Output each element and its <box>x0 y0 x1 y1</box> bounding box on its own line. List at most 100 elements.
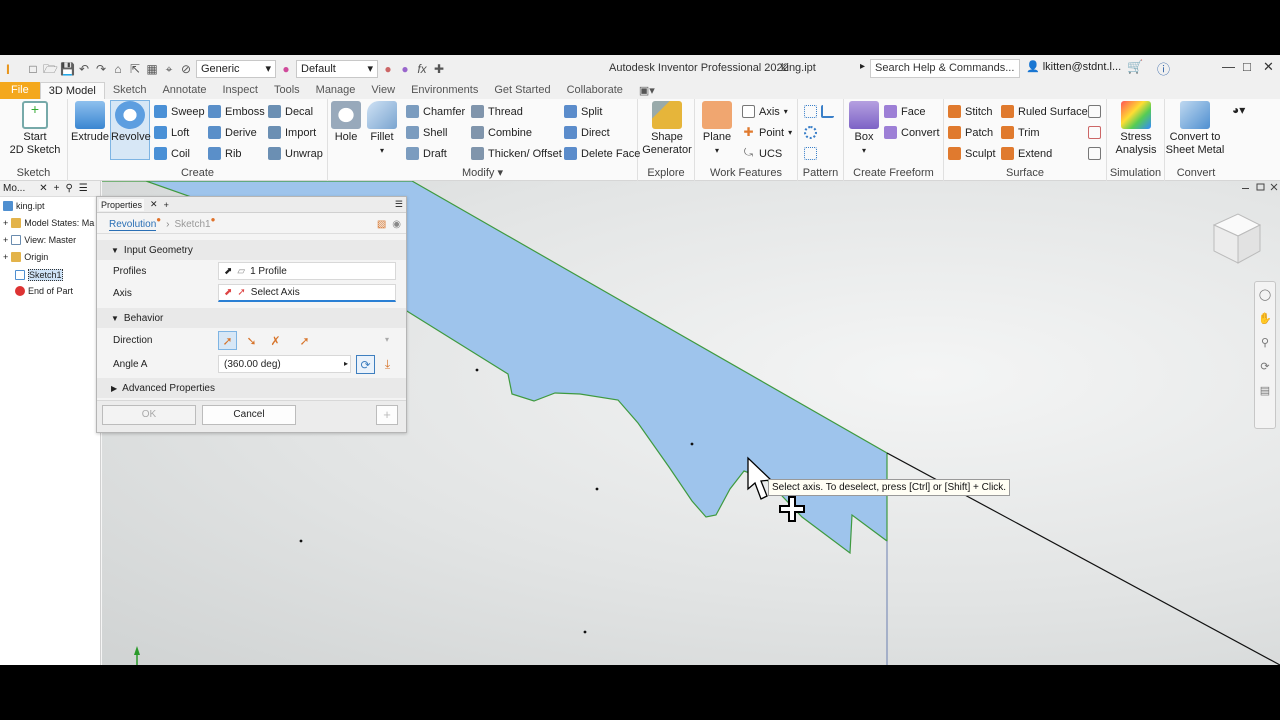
maximize-icon[interactable]: □ <box>1243 59 1251 74</box>
breadcrumb-sketch[interactable]: Sketch1 <box>174 219 210 230</box>
convert-to-sheet-metal-button[interactable]: Convert to Sheet Metal <box>1165 101 1225 157</box>
browser-node-sketch1[interactable]: Sketch1 <box>15 269 63 281</box>
patch-button[interactable]: Patch <box>948 126 993 139</box>
minimize-icon[interactable]: — <box>1222 59 1235 74</box>
search-icon[interactable]: ⚲ <box>65 183 72 194</box>
direct-button[interactable]: Direct <box>564 126 610 139</box>
axis-button[interactable]: Axis ▾ <box>742 105 788 118</box>
menu-icon[interactable]: ☰ <box>79 183 88 194</box>
rib-button[interactable]: Rib <box>208 147 242 160</box>
emboss-button[interactable]: Emboss <box>208 105 265 118</box>
tab-collaborate[interactable]: Collaborate <box>559 82 631 99</box>
chamfer-button[interactable]: Chamfer <box>406 105 465 118</box>
help-search-input[interactable]: Search Help & Commands... <box>870 59 1020 78</box>
browser-node-part[interactable]: king.ipt <box>3 201 45 211</box>
shell-button[interactable]: Shell <box>406 126 447 139</box>
tab-sketch[interactable]: Sketch <box>105 82 155 99</box>
face-button[interactable]: Face <box>884 105 925 118</box>
section-behavior[interactable]: ▼ Behavior <box>97 308 406 328</box>
material-combo[interactable]: Generic ▾ <box>196 59 276 78</box>
split-button[interactable]: Split <box>564 105 602 118</box>
ok-button[interactable]: OK <box>102 405 196 425</box>
tab-file[interactable]: File <box>0 82 40 99</box>
axis-selector[interactable]: ⬈ ➚ Select Axis <box>218 284 396 302</box>
apply-plus-icon[interactable]: + <box>376 405 398 425</box>
tab-view[interactable]: View <box>363 82 403 99</box>
undo-icon[interactable]: ↶ <box>77 62 91 76</box>
close-icon[interactable]: ✕ <box>1263 59 1274 75</box>
sketch-point[interactable] <box>690 442 694 446</box>
combine-button[interactable]: Combine <box>471 126 532 139</box>
sketch-pattern-button[interactable] <box>804 147 817 160</box>
sketch-point[interactable] <box>583 630 587 634</box>
sketch-point[interactable] <box>475 368 479 372</box>
thread-button[interactable]: Thread <box>471 105 523 118</box>
breadcrumb-feature[interactable]: Revolution <box>109 219 157 231</box>
browser-tab-label[interactable]: Mo... <box>3 183 25 194</box>
sketch-point[interactable] <box>299 539 303 543</box>
look-at-icon[interactable]: ▤ <box>1255 384 1275 402</box>
tab-inspect[interactable]: Inspect <box>215 82 266 99</box>
close-icon[interactable]: ✕ <box>150 199 158 210</box>
full-revolve-icon[interactable]: ⟳ <box>356 355 375 374</box>
color-wheel-icon[interactable]: ● <box>279 62 293 76</box>
expand-icon[interactable]: + <box>3 235 8 245</box>
new-file-icon[interactable]: □ <box>26 62 40 76</box>
direction-asymmetric-icon[interactable]: ➚ <box>295 331 314 350</box>
direction-flipped-icon[interactable]: ➘ <box>242 331 261 350</box>
point-button[interactable]: ✚ Point ▾ <box>742 126 792 139</box>
ucs-button[interactable]: ⤿ UCS <box>742 147 782 160</box>
box-button[interactable]: Box ▾ <box>848 101 880 157</box>
stitch-button[interactable]: Stitch <box>948 105 993 118</box>
circular-pattern-button[interactable] <box>804 126 817 139</box>
pan-icon[interactable]: ✋ <box>1255 312 1275 330</box>
draft-button[interactable]: Draft <box>406 147 447 160</box>
fx-parameters-icon[interactable]: fx <box>415 62 429 76</box>
add-icon[interactable]: + <box>164 200 169 210</box>
add-icon[interactable]: + <box>54 183 60 194</box>
shape-generator-button[interactable]: Shape Generator <box>641 101 693 157</box>
loft-button[interactable]: Loft <box>154 126 189 139</box>
unwrap-button[interactable]: Unwrap <box>268 147 323 160</box>
browser-node-origin[interactable]: + Origin <box>3 252 48 262</box>
orbit-icon[interactable]: ⟳ <box>1255 360 1275 378</box>
zoom-icon[interactable]: ⚲ <box>1255 336 1275 354</box>
tab-annotate[interactable]: Annotate <box>154 82 214 99</box>
user-account[interactable]: 👤 lkitten@stdnt.l... <box>1026 60 1121 74</box>
tab-manage[interactable]: Manage <box>308 82 364 99</box>
repair-bodies-button[interactable] <box>1088 126 1101 139</box>
appearance-adjust-icon[interactable]: ● <box>381 62 395 76</box>
extrude-button[interactable]: Extrude <box>71 101 109 144</box>
revolve-button[interactable]: Revolve <box>110 100 151 160</box>
ribbon-options-icon[interactable]: ▣▾ <box>631 82 663 99</box>
rectangular-pattern-button[interactable] <box>804 105 834 118</box>
fillet-button[interactable]: Fillet ▾ <box>365 101 399 157</box>
preset-icon[interactable]: ▧ <box>377 219 386 230</box>
appearance-combo[interactable]: Default ▾ <box>296 59 378 78</box>
browser-node-end-of-part[interactable]: End of Part <box>15 286 73 296</box>
decal-button[interactable]: Decal <box>268 105 313 118</box>
expand-icon[interactable]: + <box>3 252 8 262</box>
browser-node-view[interactable]: + View: Master <box>3 235 76 245</box>
fit-mesh-face-button[interactable] <box>1088 147 1101 160</box>
tab-3d-model[interactable]: 3D Model <box>39 82 105 99</box>
sculpt-button[interactable]: Sculpt <box>948 147 996 160</box>
browser-node-model-states[interactable]: + Model States: Ma <box>3 218 94 228</box>
replace-face-button[interactable] <box>1088 105 1101 118</box>
cart-icon[interactable]: 🛒 <box>1127 59 1143 75</box>
chevron-right-icon[interactable]: ▸ <box>344 359 348 368</box>
tab-tools[interactable]: Tools <box>266 82 308 99</box>
cancel-button[interactable]: Cancel <box>202 405 296 425</box>
menu-icon[interactable]: ☰ <box>395 199 403 210</box>
delete-face-button[interactable]: Delete Face <box>564 147 640 160</box>
sweep-button[interactable]: Sweep <box>154 105 205 118</box>
start-2d-sketch-button[interactable]: + Start 2D Sketch <box>5 101 65 157</box>
plane-button[interactable]: Plane ▾ <box>699 101 735 157</box>
plus-icon[interactable]: ✚ <box>432 62 446 76</box>
steering-wheel-icon[interactable]: ◯ <box>1255 288 1275 306</box>
expand-icon[interactable]: + <box>3 218 8 228</box>
visibility-icon[interactable]: ◉ <box>392 219 401 230</box>
thicken-offset-button[interactable]: Thicken/ Offset <box>471 147 562 160</box>
mirror-icon[interactable] <box>821 105 834 118</box>
close-icon[interactable]: ✕ <box>39 183 47 194</box>
